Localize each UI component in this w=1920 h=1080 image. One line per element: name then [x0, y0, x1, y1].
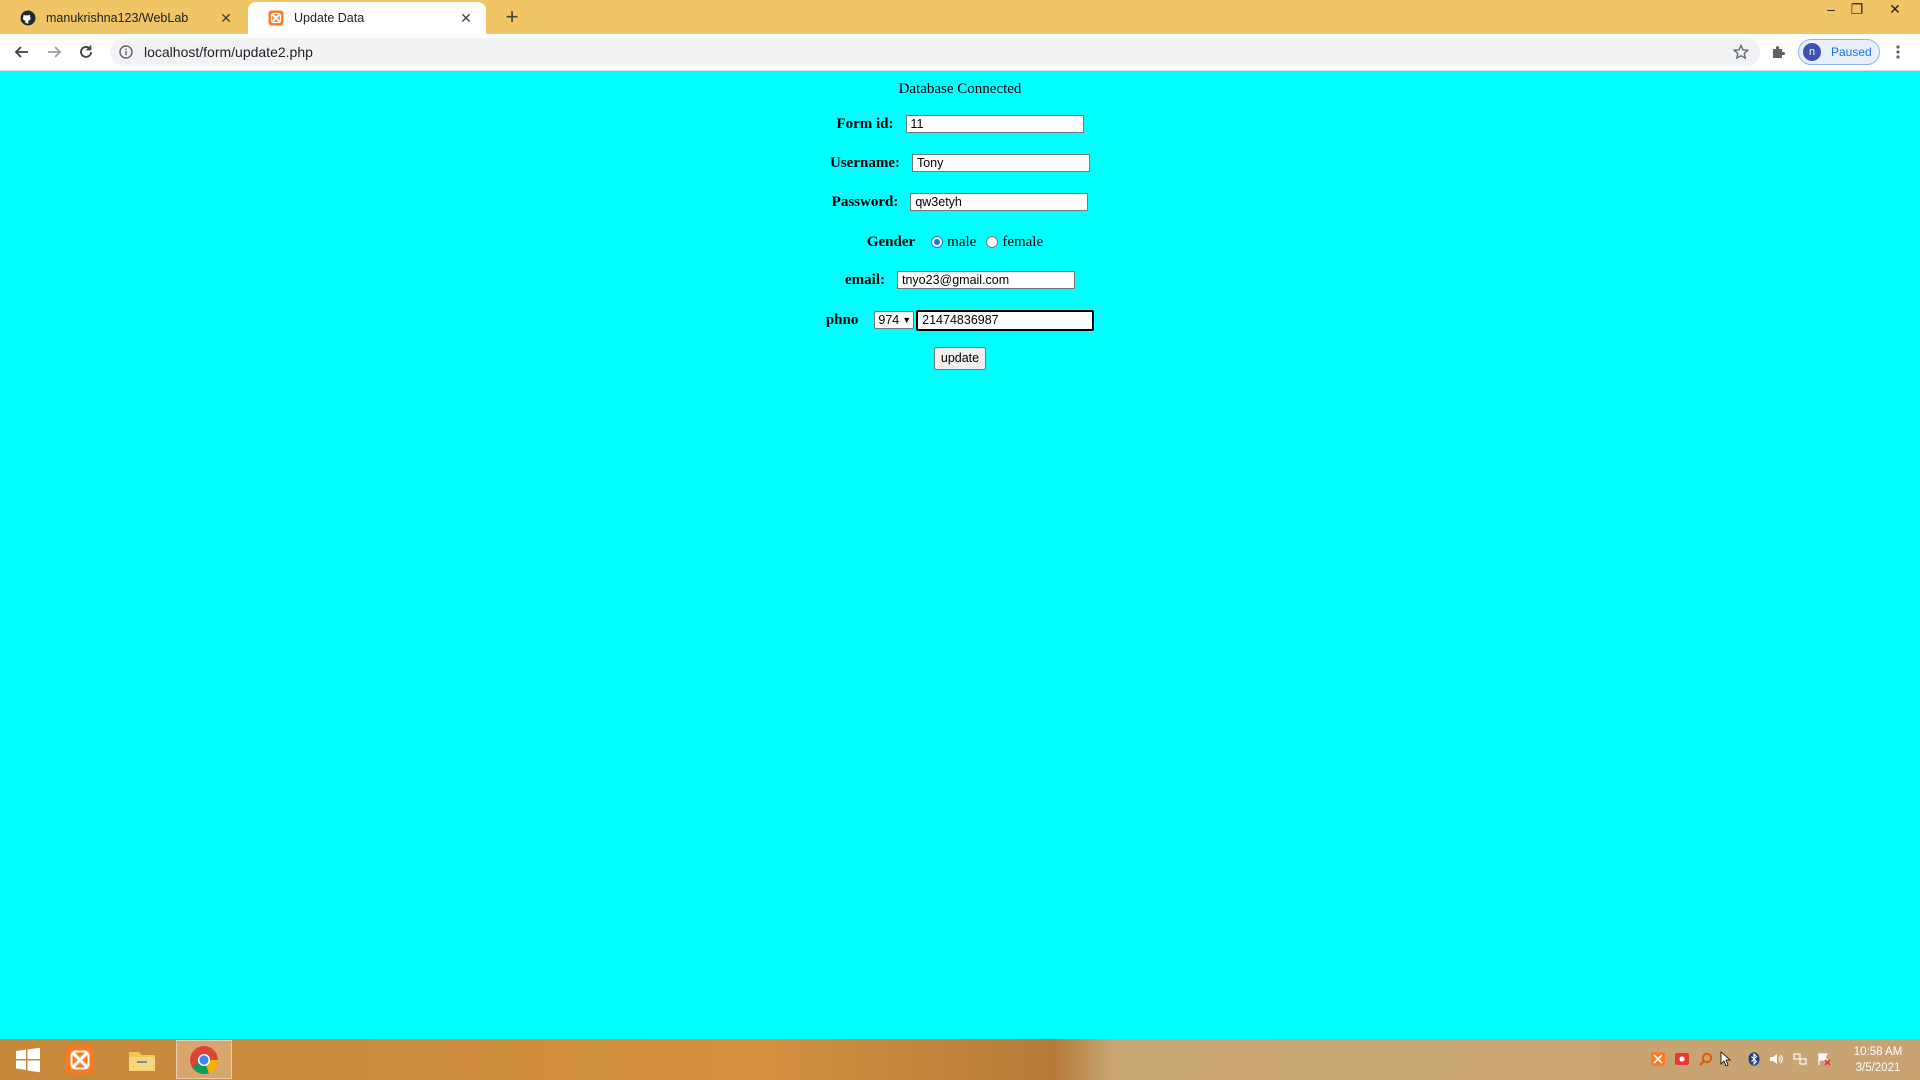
recording-tray-icon[interactable]: [1674, 1051, 1690, 1067]
reload-icon[interactable]: [74, 40, 98, 64]
gender-row: Gender male female: [0, 232, 1920, 252]
clock-time: 10:58 AM: [1853, 1046, 1903, 1058]
country-code-value: 974: [878, 313, 900, 327]
close-tab-icon[interactable]: ✕: [458, 10, 474, 26]
password-label: Password:: [831, 193, 899, 210]
url-text: localhost/form/update2.php: [144, 44, 313, 60]
username-label: Username:: [830, 154, 900, 171]
profile-status: Paused: [1831, 45, 1872, 59]
site-info-icon[interactable]: [118, 44, 134, 60]
windows-start-icon[interactable]: [0, 1040, 56, 1079]
address-bar[interactable]: localhost/form/update2.php: [110, 38, 1760, 66]
restore-window-icon[interactable]: ❐: [1844, 0, 1870, 20]
close-window-icon[interactable]: ✕: [1882, 0, 1908, 20]
form-id-row: Form id: 11: [0, 114, 1920, 134]
page-content: Database Connected Form id: 11 Username:…: [0, 71, 1920, 1039]
search-tray-icon[interactable]: [1698, 1051, 1714, 1067]
chrome-taskbar-icon[interactable]: [176, 1040, 232, 1079]
xampp-icon: [268, 10, 284, 26]
bookmark-star-icon[interactable]: [1732, 43, 1750, 61]
file-explorer-icon[interactable]: [114, 1040, 170, 1079]
tab-weblab[interactable]: manukrishna123/WebLab ✕: [0, 2, 246, 34]
gender-female-radio[interactable]: [986, 236, 999, 248]
username-input[interactable]: Tony: [911, 154, 1090, 172]
update-button[interactable]: update: [933, 346, 987, 370]
clock-date: 3/5/2021: [1855, 1062, 1901, 1074]
db-status-text: Database Connected: [898, 80, 1022, 97]
avatar: n: [1803, 43, 1821, 61]
browser-toolbar: localhost/form/update2.php n Paused: [0, 34, 1920, 71]
password-row: Password: qw3etyh: [0, 192, 1920, 212]
chevron-down-icon: ▼: [902, 315, 912, 325]
back-arrow-icon[interactable]: [10, 40, 34, 64]
tab-strip: manukrishna123/WebLab ✕ Update Data ✕ + …: [0, 0, 1920, 34]
network-icon[interactable]: [1792, 1051, 1808, 1067]
more-menu-icon[interactable]: [1888, 42, 1908, 62]
gender-male-label: male: [947, 233, 977, 250]
tab-update-data[interactable]: Update Data ✕: [248, 2, 486, 34]
action-center-flag-icon[interactable]: [1816, 1051, 1832, 1067]
status-row: Database Connected: [0, 79, 1920, 99]
cursor-icon: [1718, 1051, 1734, 1067]
phone-label: phno: [825, 311, 859, 328]
tab-title: Update Data: [294, 11, 365, 25]
bluetooth-icon[interactable]: [1746, 1051, 1762, 1067]
password-input[interactable]: qw3etyh: [910, 193, 1089, 211]
taskbar-clock[interactable]: 10:58 AM 3/5/2021: [1848, 1044, 1908, 1076]
email-input[interactable]: tnyo23@gmail.com: [896, 271, 1075, 289]
gender-label: Gender: [866, 233, 916, 250]
forward-arrow-icon[interactable]: [42, 40, 66, 64]
close-tab-icon[interactable]: ✕: [218, 10, 234, 26]
gender-male-radio[interactable]: [931, 236, 944, 248]
windows-taskbar: 10:58 AM 3/5/2021: [0, 1039, 1920, 1080]
xampp-tray-icon[interactable]: [1650, 1051, 1666, 1067]
email-label: email:: [845, 271, 885, 288]
tab-title: manukrishna123/WebLab: [46, 11, 189, 25]
gender-female-label: female: [1002, 233, 1044, 250]
form-id-input[interactable]: 11: [905, 115, 1084, 133]
phone-row: phno 974 ▼ 21474836987: [0, 309, 1920, 331]
phone-input[interactable]: 21474836987: [916, 309, 1095, 331]
new-tab-button[interactable]: +: [500, 6, 524, 30]
email-row: email: tnyo23@gmail.com: [0, 270, 1920, 290]
extensions-puzzle-icon[interactable]: [1768, 42, 1788, 62]
xampp-taskbar-icon[interactable]: [52, 1040, 108, 1079]
username-row: Username: Tony: [0, 153, 1920, 173]
minimize-window-icon[interactable]: –: [1818, 0, 1844, 20]
submit-row: update: [0, 346, 1920, 370]
profile-button[interactable]: n Paused: [1798, 39, 1880, 65]
form-id-label: Form id:: [836, 115, 894, 132]
github-icon: [20, 10, 36, 26]
volume-icon[interactable]: [1768, 1051, 1784, 1067]
country-code-select[interactable]: 974 ▼: [874, 311, 915, 329]
